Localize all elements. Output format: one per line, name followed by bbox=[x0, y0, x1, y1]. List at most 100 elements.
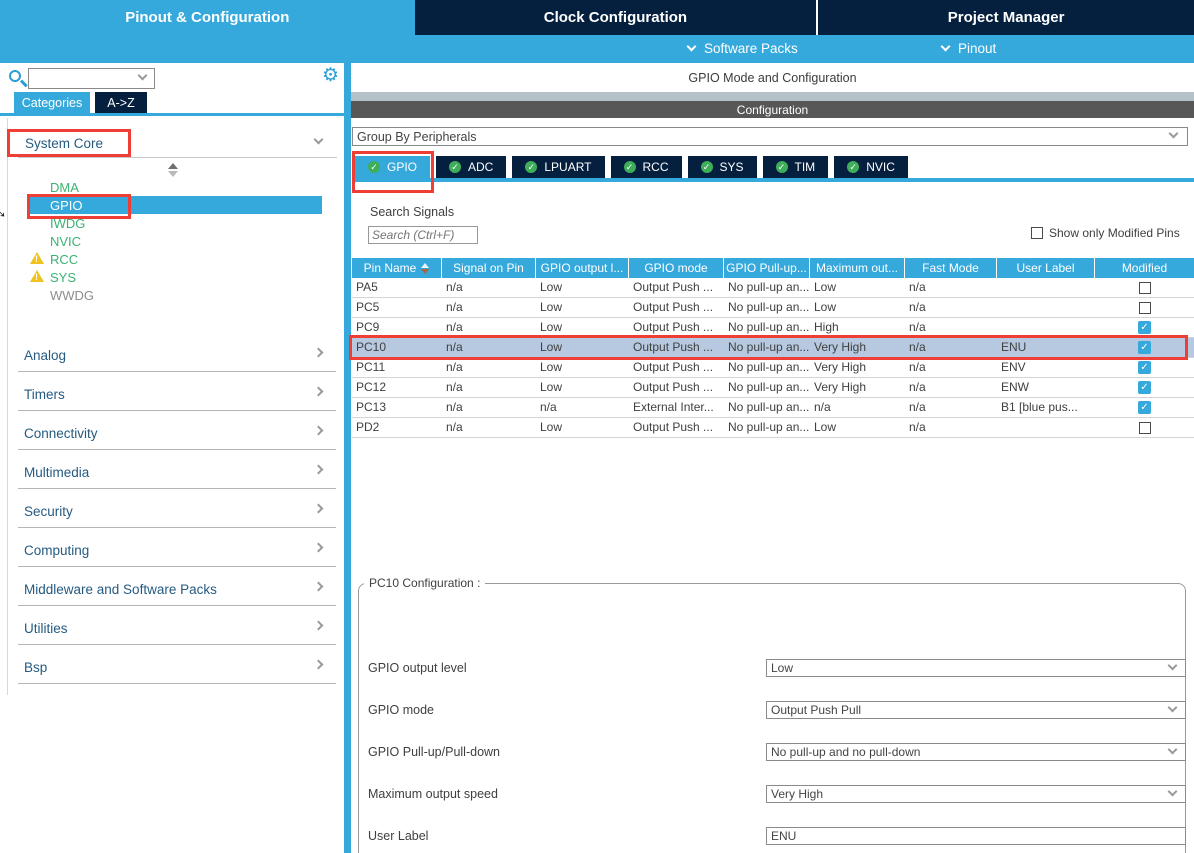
gear-icon[interactable] bbox=[322, 64, 339, 87]
column-header-maximum-out[interactable]: Maximum out... bbox=[810, 258, 905, 278]
top-tab-pinout-configuration[interactable]: Pinout & Configuration bbox=[0, 0, 415, 35]
sidebar-category-bsp[interactable]: Bsp bbox=[0, 649, 344, 688]
category-label: Analog bbox=[24, 348, 66, 363]
column-header-gpio-pull-up[interactable]: GPIO Pull-up... bbox=[724, 258, 810, 278]
column-header-gpio-output-l[interactable]: GPIO output l... bbox=[536, 258, 629, 278]
table-row-pc11[interactable]: PC11n/aLowOutput Push ...No pull-up an..… bbox=[352, 358, 1194, 378]
table-row-pd2[interactable]: PD2n/aLowOutput Push ...No pull-up an...… bbox=[352, 418, 1194, 438]
sidebar-category-analog[interactable]: Analog bbox=[0, 337, 344, 376]
modified-checkbox[interactable] bbox=[1138, 361, 1151, 374]
cell-gpio-output-l: Low bbox=[536, 418, 629, 437]
subnav-pinout[interactable]: Pinout bbox=[942, 35, 996, 61]
table-row-pc10[interactable]: PC10n/aLowOutput Push ...No pull-up an..… bbox=[352, 338, 1194, 358]
field-label-gpio-mode: GPIO mode bbox=[368, 703, 434, 717]
peripheral-search-input[interactable] bbox=[31, 70, 136, 87]
sidebar-item-sys[interactable]: SYS bbox=[0, 268, 344, 286]
group-by-dropdown[interactable]: Group By Peripherals bbox=[352, 127, 1188, 146]
sort-icon[interactable] bbox=[421, 263, 429, 274]
field-gpio-output-level-dropdown[interactable]: Low bbox=[766, 659, 1186, 677]
check-icon bbox=[776, 161, 788, 173]
chevron-down-icon[interactable] bbox=[1168, 661, 1178, 671]
tab-categories[interactable]: Categories bbox=[14, 92, 90, 113]
sidebar-item-iwdg[interactable]: IWDG bbox=[0, 214, 344, 232]
chevron-right-icon bbox=[314, 582, 324, 592]
panel-splitter[interactable] bbox=[344, 63, 351, 853]
cell-maximum-out: Very High bbox=[810, 358, 905, 377]
top-tab-project-manager[interactable]: Project Manager bbox=[818, 0, 1194, 35]
field-value: No pull-up and no pull-down bbox=[771, 745, 920, 759]
chevron-down-icon[interactable] bbox=[314, 135, 324, 145]
subnav-software-packs[interactable]: Software Packs bbox=[688, 35, 798, 61]
peripheral-tab-label: TIM bbox=[795, 160, 816, 174]
sidebar-category-computing[interactable]: Computing bbox=[0, 532, 344, 571]
table-row-pc5[interactable]: PC5n/aLowOutput Push ...No pull-up an...… bbox=[352, 298, 1194, 318]
chevron-down-icon[interactable] bbox=[1168, 787, 1178, 797]
chevron-right-icon bbox=[314, 504, 324, 514]
modified-checkbox[interactable] bbox=[1138, 381, 1151, 394]
chevron-down-icon[interactable] bbox=[138, 71, 148, 81]
search-signals-input[interactable] bbox=[368, 226, 478, 244]
modified-checkbox[interactable] bbox=[1139, 422, 1151, 434]
sidebar-item-dma[interactable]: DMA bbox=[0, 178, 344, 196]
modified-checkbox[interactable] bbox=[1139, 282, 1151, 294]
peripheral-tab-lpuart[interactable]: LPUART bbox=[512, 156, 604, 178]
table-row-pc12[interactable]: PC12n/aLowOutput Push ...No pull-up an..… bbox=[352, 378, 1194, 398]
sidebar-item-rcc[interactable]: RCC bbox=[0, 250, 344, 268]
field-maximum-output-speed-dropdown[interactable]: Very High bbox=[766, 785, 1186, 803]
chevron-down-icon[interactable] bbox=[1168, 745, 1178, 755]
cell-pin-name: PC12 bbox=[352, 378, 442, 397]
cell-gpio-output-l: Low bbox=[536, 318, 629, 337]
sidebar-item-label: SYS bbox=[50, 270, 76, 285]
cell-gpio-mode: Output Push ... bbox=[629, 278, 724, 297]
field-gpio-mode-dropdown[interactable]: Output Push Pull bbox=[766, 701, 1186, 719]
chevron-down-icon[interactable] bbox=[1169, 129, 1179, 139]
peripheral-search-combo[interactable] bbox=[28, 68, 155, 89]
sidebar-item-wwdg[interactable]: WWDG bbox=[0, 286, 344, 304]
sidebar-item-gpio[interactable]: GPIO bbox=[28, 196, 322, 214]
show-only-modified-checkbox[interactable] bbox=[1031, 227, 1043, 239]
modified-checkbox[interactable] bbox=[1139, 302, 1151, 314]
cell-maximum-out: Low bbox=[810, 418, 905, 437]
tab-a-to-z[interactable]: A->Z bbox=[95, 92, 147, 113]
mode-section-collapsed-band[interactable] bbox=[351, 92, 1194, 101]
peripheral-tab-sys[interactable]: SYS bbox=[688, 156, 757, 178]
modified-checkbox[interactable] bbox=[1138, 321, 1151, 334]
cell-pin-name: PC11 bbox=[352, 358, 442, 377]
sidebar-category-multimedia[interactable]: Multimedia bbox=[0, 454, 344, 493]
column-label: Modified bbox=[1122, 261, 1167, 275]
cell-signal-on-pin: n/a bbox=[442, 338, 536, 357]
sidebar-category-timers[interactable]: Timers bbox=[0, 376, 344, 415]
sidebar-category-utilities[interactable]: Utilities bbox=[0, 610, 344, 649]
column-header-pin-name[interactable]: Pin Name bbox=[352, 258, 442, 278]
field-gpio-pull-up-pull-down-dropdown[interactable]: No pull-up and no pull-down bbox=[766, 743, 1186, 761]
column-header-modified[interactable]: Modified bbox=[1095, 258, 1194, 278]
cell-signal-on-pin: n/a bbox=[442, 398, 536, 417]
peripheral-tab-gpio[interactable]: GPIO bbox=[355, 156, 430, 178]
peripheral-tab-adc[interactable]: ADC bbox=[436, 156, 506, 178]
sidebar-item-nvic[interactable]: NVIC bbox=[0, 232, 344, 250]
column-header-user-label[interactable]: User Label bbox=[997, 258, 1095, 278]
modified-checkbox[interactable] bbox=[1138, 401, 1151, 414]
field-user-label-input[interactable]: ENU bbox=[766, 827, 1186, 845]
column-header-signal-on-pin[interactable]: Signal on Pin bbox=[442, 258, 536, 278]
sort-spinner-icon[interactable] bbox=[168, 163, 178, 177]
cell-gpio-output-l: Low bbox=[536, 298, 629, 317]
top-tab-clock-configuration[interactable]: Clock Configuration bbox=[415, 0, 819, 35]
table-row-pc9[interactable]: PC9n/aLowOutput Push ...No pull-up an...… bbox=[352, 318, 1194, 338]
sidebar-category-connectivity[interactable]: Connectivity bbox=[0, 415, 344, 454]
section-system-core[interactable]: System Core bbox=[0, 130, 344, 157]
peripheral-tab-tim[interactable]: TIM bbox=[763, 156, 829, 178]
sidebar-category-middleware-and-software-packs[interactable]: Middleware and Software Packs bbox=[0, 571, 344, 610]
cell-maximum-out: High bbox=[810, 318, 905, 337]
modified-checkbox[interactable] bbox=[1138, 341, 1151, 354]
column-header-gpio-mode[interactable]: GPIO mode bbox=[629, 258, 724, 278]
table-row-pa5[interactable]: PA5n/aLowOutput Push ...No pull-up an...… bbox=[352, 278, 1194, 298]
field-value: Low bbox=[771, 661, 793, 675]
peripheral-tab-rcc[interactable]: RCC bbox=[611, 156, 682, 178]
cell-gpio-pull-up: No pull-up an... bbox=[724, 418, 810, 437]
column-header-fast-mode[interactable]: Fast Mode bbox=[905, 258, 997, 278]
chevron-down-icon[interactable] bbox=[1168, 703, 1178, 713]
sidebar-category-security[interactable]: Security bbox=[0, 493, 344, 532]
table-row-pc13[interactable]: PC13n/an/aExternal Inter...No pull-up an… bbox=[352, 398, 1194, 418]
peripheral-tab-nvic[interactable]: NVIC bbox=[834, 156, 908, 178]
